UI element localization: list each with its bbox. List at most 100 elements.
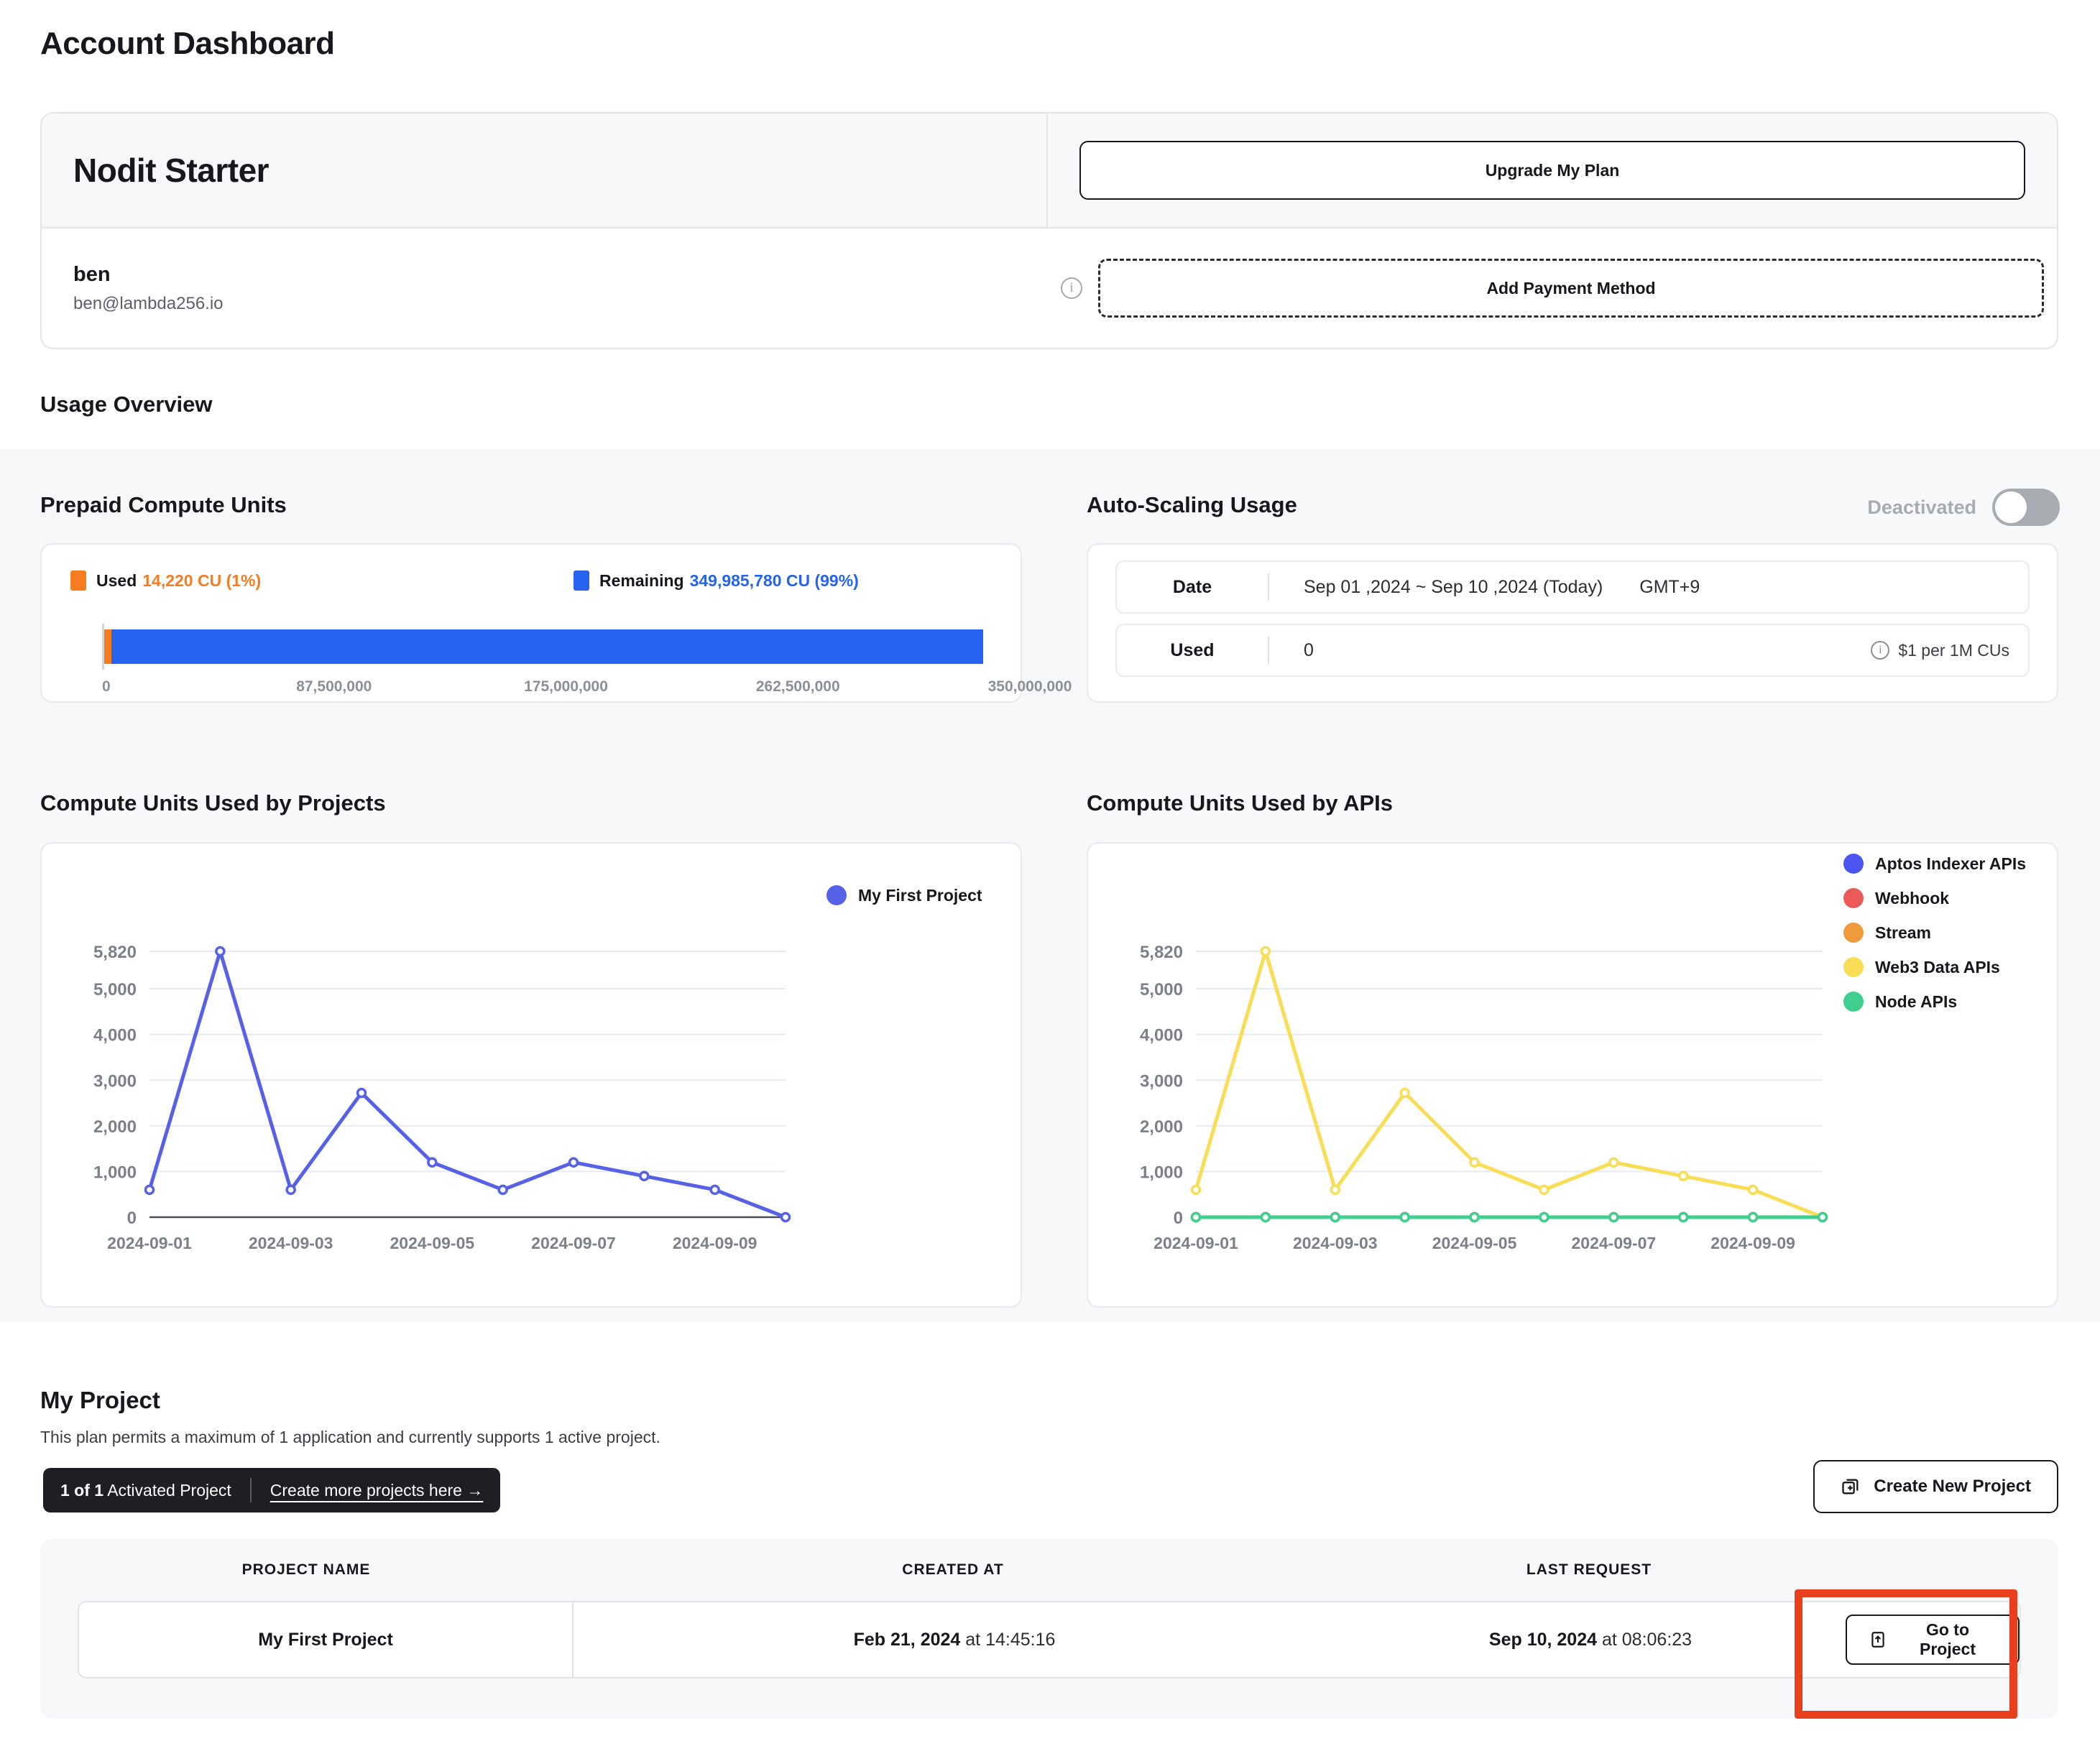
remaining-color-swatch [574,571,589,591]
data-point [144,1184,155,1196]
y-axis-tick: 5,820 [1140,943,1183,962]
table-row[interactable]: My First Project Feb 21, 2024 at 14:45:1… [78,1601,2021,1678]
data-point [1399,1087,1410,1099]
page-title: Account Dashboard [40,26,335,61]
chart-title-projects: Compute Units Used by Projects [40,790,386,816]
legend-label: My First Project [858,885,982,905]
x-axis-tick: 2024-09-07 [1572,1234,1657,1252]
used-color-swatch [70,571,86,591]
plan-name-cell: Nodit Starter [42,114,1048,227]
chart-legend-projects: My First Project [826,885,982,920]
data-point [215,946,226,957]
legend-item[interactable]: Aptos Indexer APIs [1843,854,2026,874]
go-to-project-label: Go to Project [1920,1620,1976,1658]
legend-label: Webhook [1875,888,1950,907]
x-axis-tick: 2024-09-07 [531,1234,616,1252]
legend-label: Aptos Indexer APIs [1875,854,2027,873]
auto-scaling-toggle-label: Deactivated [1867,496,1976,518]
series-line [147,949,788,1219]
account-user-cell: ben ben@lambda256.io [42,228,1048,348]
toggle-knob [1995,491,2027,523]
add-payment-method-button[interactable]: Add Payment Method [1098,259,2044,318]
prepaid-compute-units-card: Used 14,220 CU (1%) Remaining 349,985,78… [40,543,1072,703]
timezone-value: GMT+9 [1639,576,1700,597]
data-point [1677,1170,1689,1182]
auto-scaling-usage-title: Auto-Scaling Usage [1087,492,1297,517]
bar-segment-used [104,629,111,664]
cell-actions: Go to Project [1846,1615,2020,1665]
prepaid-legend: Used 14,220 CU (1%) Remaining 349,985,78… [70,571,995,591]
created-at-time: at 14:45:16 [960,1629,1056,1650]
info-icon[interactable]: i [1061,277,1082,299]
legend-color-dot [826,885,847,905]
badge-count-bold: 1 of 1 [60,1480,104,1500]
y-axis-tick: 5,000 [93,980,137,999]
activated-project-badge: 1 of 1 Activated Project Create more pro… [43,1468,501,1512]
upgrade-my-plan-button[interactable]: Upgrade My Plan [1079,141,2025,200]
plan-name: Nodit Starter [73,152,270,189]
account-dashboard-page: Account Dashboard Nodit Starter Upgrade … [0,0,2100,1746]
legend-color-dot [1843,888,1864,908]
last-request-date: Sep 10, 2024 [1488,1629,1598,1650]
legend-item[interactable]: Webhook [1843,888,2026,908]
y-axis-tick: 3,000 [1140,1071,1183,1091]
y-axis-tick: 3,000 [93,1071,137,1091]
legend-item[interactable]: My First Project [826,885,982,905]
x-axis-tick: 2024-09-03 [1293,1234,1378,1252]
y-axis-tick: 1,000 [1140,1163,1183,1182]
legend-item[interactable]: Node APIs [1843,992,2026,1012]
y-axis-tick: 1,000 [93,1163,137,1182]
x-axis-tick: 2024-09-01 [107,1234,192,1252]
y-axis-tick: 5,000 [1140,980,1183,999]
legend-color-dot [1843,923,1864,943]
usage-overview-heading: Usage Overview [40,392,213,417]
data-point [1539,1184,1549,1196]
create-new-project-button[interactable]: Create New Project [1813,1460,2058,1513]
auto-scaling-toggle[interactable] [1992,489,2060,526]
y-axis-tick: 4,000 [93,1026,137,1045]
last-request-time: at 08:06:23 [1597,1629,1693,1650]
plan-card-bottom: ben ben@lambda256.io i Add Payment Metho… [42,228,2057,348]
go-to-project-button[interactable]: Go to Project [1846,1615,2020,1665]
legend-color-dot [1843,992,1864,1012]
bar-segment-remaining [111,629,983,664]
used-value: 14,220 CU (1%) [142,571,262,590]
payment-cell: i Add Payment Method [1048,228,2057,348]
y-axis-tick: 2,000 [1140,1117,1183,1137]
auto-scaling-row-date: Date Sep 01 ,2024 ~ Sep 10 ,2024 (Today)… [1115,560,2030,614]
y-axis-tick: 4,000 [1140,1026,1183,1045]
y-axis-tick: 2,000 [93,1117,137,1137]
pricing-note: i $1 per 1M CUs [1871,641,2028,660]
data-point [709,1184,720,1196]
data-point [780,1211,791,1223]
create-more-projects-link[interactable]: Create more projects here → [270,1481,484,1500]
remaining-value: 349,985,780 CU (99%) [689,571,859,590]
row-value-date: Sep 01 ,2024 ~ Sep 10 ,2024 (Today) GMT+… [1269,577,2028,598]
user-email: ben@lambda256.io [73,293,224,313]
legend-item[interactable]: Web3 Data APIs [1843,957,2026,977]
created-at-date: Feb 21, 2024 [853,1629,961,1650]
legend-color-dot [1843,957,1864,977]
legend-item[interactable]: Stream [1843,923,2026,943]
cell-created-at: Feb 21, 2024 at 14:45:16 [574,1630,1335,1650]
data-point [1190,1211,1202,1223]
data-point [497,1184,508,1196]
chart-title-apis: Compute Units Used by APIs [1087,790,1394,816]
plan-card-top: Nodit Starter Upgrade My Plan [42,114,2057,228]
x-axis-tick: 2024-09-09 [1710,1234,1795,1252]
legend-used: Used 14,220 CU (1%) [70,571,574,591]
data-point [1190,1184,1202,1196]
row-key-date: Date [1172,576,1212,597]
chart-legend-apis: Aptos Indexer APIs Webhook Stream Web3 Data… [1843,854,2026,1026]
column-header-created-at: CREATED AT [902,1561,1004,1578]
data-point [1539,1211,1549,1223]
data-point [1747,1184,1759,1196]
pricing-note-text: $1 per 1M CUs [1898,640,2009,660]
badge-count: 1 of 1 Activated Project [60,1481,231,1500]
projects-table: PROJECT NAME CREATED AT LAST REQUEST My … [40,1539,2058,1719]
x-axis-tick: 2024-09-03 [249,1234,333,1252]
info-icon[interactable]: i [1871,641,1890,660]
table-header-row: PROJECT NAME CREATED AT LAST REQUEST [40,1539,2058,1601]
legend-color-dot [1843,854,1864,874]
prepaid-usage-bar [102,624,1032,670]
